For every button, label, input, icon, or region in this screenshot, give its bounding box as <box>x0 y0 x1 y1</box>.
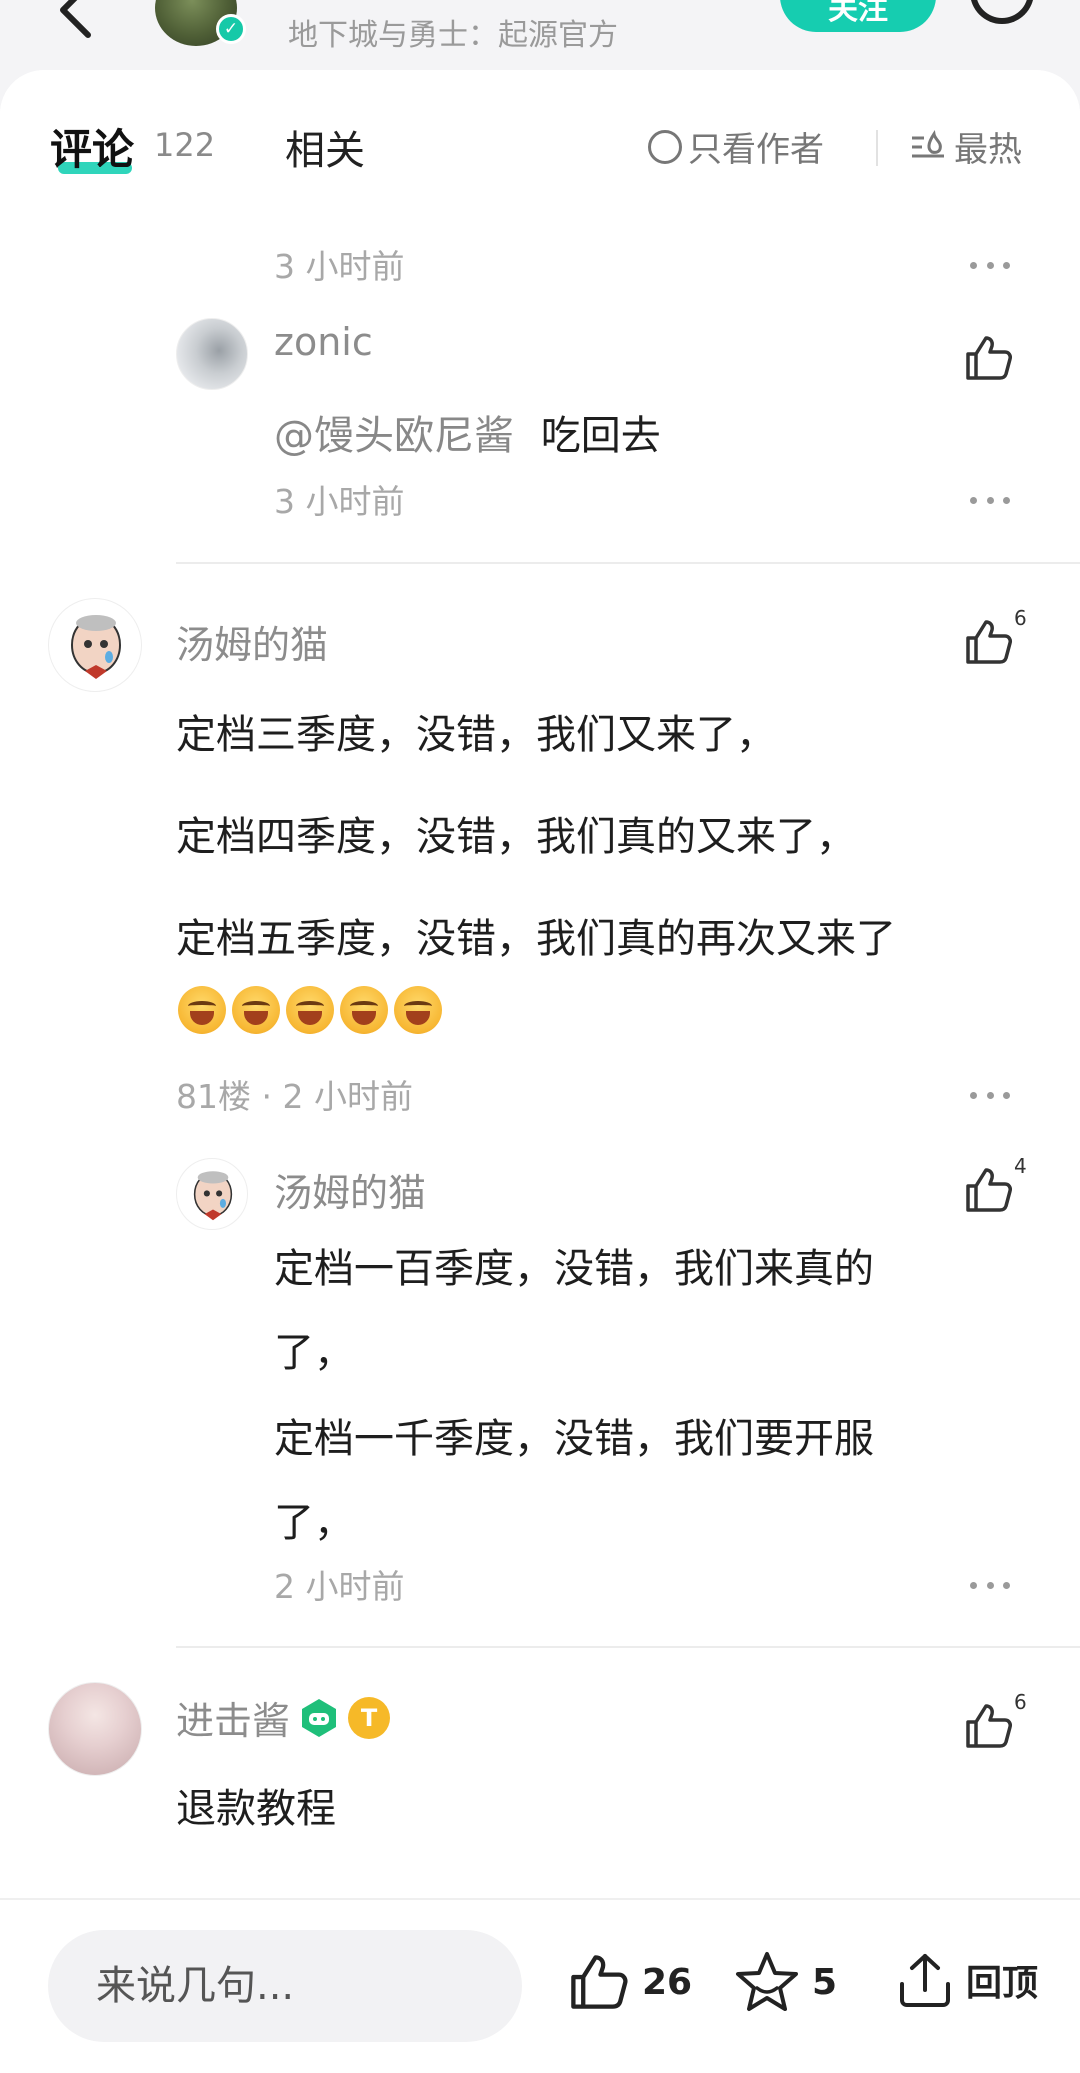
thumbs-up-icon[interactable] <box>962 616 1014 668</box>
more-dots-icon[interactable] <box>970 1582 1010 1592</box>
grin-emoji-icon <box>286 986 334 1034</box>
like-button[interactable]: 26 <box>566 1950 692 2014</box>
reply-time: 3 小时前 <box>274 247 405 286</box>
commenter-name[interactable]: 汤姆的猫 <box>176 614 328 669</box>
comment-line: 定档三季度，没错，我们又来了， <box>176 712 776 758</box>
level-badge-icon: T <box>348 1696 391 1739</box>
thumbs-up-icon[interactable] <box>962 1700 1014 1752</box>
comments-panel: 评论 122 相关 只看作者 最热 3 小时前 zonic @馒头欧尼酱 吃回去… <box>0 70 1080 2073</box>
reply-line: 了， <box>274 1330 354 1376</box>
reply-line: 定档一千季度，没错，我们要开服 <box>274 1416 874 1462</box>
star-icon <box>736 1952 798 2011</box>
commenter-header: 进击酱 T <box>176 1690 391 1745</box>
author-only-label: 只看作者 <box>688 130 824 170</box>
grin-emoji-icon <box>178 986 226 1034</box>
commenter-name[interactable]: 汤姆的猫 <box>274 1162 426 1217</box>
avatar[interactable] <box>48 1682 142 1776</box>
divider <box>176 562 1080 564</box>
sort-hot-button[interactable]: 最热 <box>910 122 1022 171</box>
divider <box>176 1646 1080 1648</box>
mention-link[interactable]: @馒头欧尼酱 <box>274 413 514 459</box>
tab-related[interactable]: 相关 <box>285 118 365 176</box>
upload-icon <box>900 1954 950 2007</box>
comment-line: 退款教程 <box>176 1786 336 1832</box>
commenter-name[interactable]: 进击酱 <box>176 1690 290 1745</box>
favorite-button[interactable]: 5 <box>734 1950 837 2014</box>
back-icon[interactable] <box>48 0 108 40</box>
comment-line: 定档四季度，没错，我们真的又来了， <box>176 814 856 860</box>
sort-fire-icon <box>912 129 944 157</box>
tab-comments[interactable]: 评论 <box>50 116 134 177</box>
sort-label: 最热 <box>954 130 1022 170</box>
favorite-count: 5 <box>812 1961 838 2003</box>
follow-button[interactable]: 关注 <box>780 0 936 32</box>
like-count: 4 <box>1014 1154 1027 1178</box>
like-count: 26 <box>642 1961 693 2003</box>
reply-content: 吃回去 <box>540 413 661 459</box>
author-only-filter[interactable]: 只看作者 <box>648 122 824 171</box>
grin-emoji-icon <box>340 986 388 1034</box>
reply-text: @馒头欧尼酱 吃回去 <box>274 403 661 461</box>
comments-count: 122 <box>154 126 216 164</box>
avatar[interactable] <box>48 598 142 692</box>
comment-line: 定档五季度，没错，我们真的再次又来了 <box>176 916 896 962</box>
emoji-row <box>178 986 448 1034</box>
commenter-name[interactable]: zonic <box>274 320 373 364</box>
more-dots-icon[interactable] <box>970 1092 1010 1102</box>
comment-tabs: 评论 122 相关 只看作者 最热 <box>0 70 1080 200</box>
reply-time: 2 小时前 <box>274 1567 405 1606</box>
author-name[interactable]: 地下城与勇士：起源官方 <box>288 10 618 54</box>
game-badge-icon <box>302 1698 337 1737</box>
reply-time: 3 小时前 <box>274 482 405 521</box>
avatar[interactable] <box>176 318 248 390</box>
reply-line: 定档一百季度，没错，我们来真的 <box>274 1246 874 1292</box>
comment-meta: 81楼 · 2 小时前 <box>176 1077 413 1116</box>
more-dots-icon[interactable] <box>970 497 1010 507</box>
like-count: 6 <box>1014 606 1027 630</box>
thumbs-up-icon[interactable] <box>962 1164 1014 1216</box>
thumbs-up-icon <box>571 1955 628 2009</box>
divider <box>876 130 878 166</box>
thumbs-up-icon[interactable] <box>962 332 1014 384</box>
comment-input[interactable]: 来说几句... <box>48 1930 522 2042</box>
verified-icon: ✓ <box>216 14 246 44</box>
like-count: 6 <box>1014 1690 1027 1714</box>
more-dots-icon[interactable] <box>970 262 1010 272</box>
grin-emoji-icon <box>232 986 280 1034</box>
bottom-action-bar: 来说几句... 26 5 回顶 <box>0 1898 1080 2073</box>
refresh-icon[interactable] <box>970 0 1034 24</box>
avatar[interactable] <box>176 1158 248 1230</box>
top-bar: ✓ 地下城与勇士：起源官方 关注 <box>0 0 1080 80</box>
radio-circle-icon <box>648 129 682 164</box>
grin-emoji-icon <box>394 986 442 1034</box>
back-to-top-button[interactable]: 回顶 <box>896 1950 1038 2010</box>
reply-line: 了， <box>274 1500 354 1546</box>
back-to-top-label: 回顶 <box>966 1963 1039 2004</box>
